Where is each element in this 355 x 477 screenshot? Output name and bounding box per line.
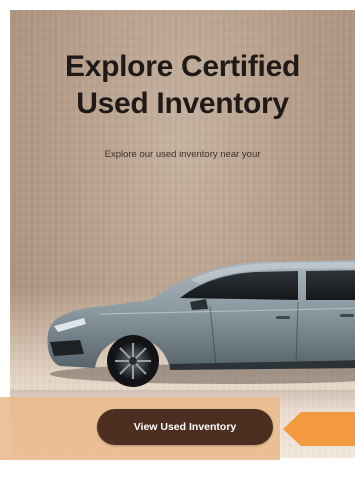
arrow-left-indicator-icon xyxy=(283,412,355,446)
hero-headline-line2: Used Inventory xyxy=(76,87,289,120)
hero-subtext: Explore our used inventory near your xyxy=(104,149,261,160)
page: Explore Certified Used Inventory Explore… xyxy=(0,0,355,477)
view-used-inventory-button[interactable]: View Used Inventory xyxy=(97,409,273,445)
hero-headline: Explore Certified Used Inventory xyxy=(10,48,355,122)
car-image xyxy=(47,260,355,387)
hero-banner: Explore Certified Used Inventory Explore… xyxy=(10,10,355,458)
hero-headline-line1: Explore Certified xyxy=(65,50,300,83)
